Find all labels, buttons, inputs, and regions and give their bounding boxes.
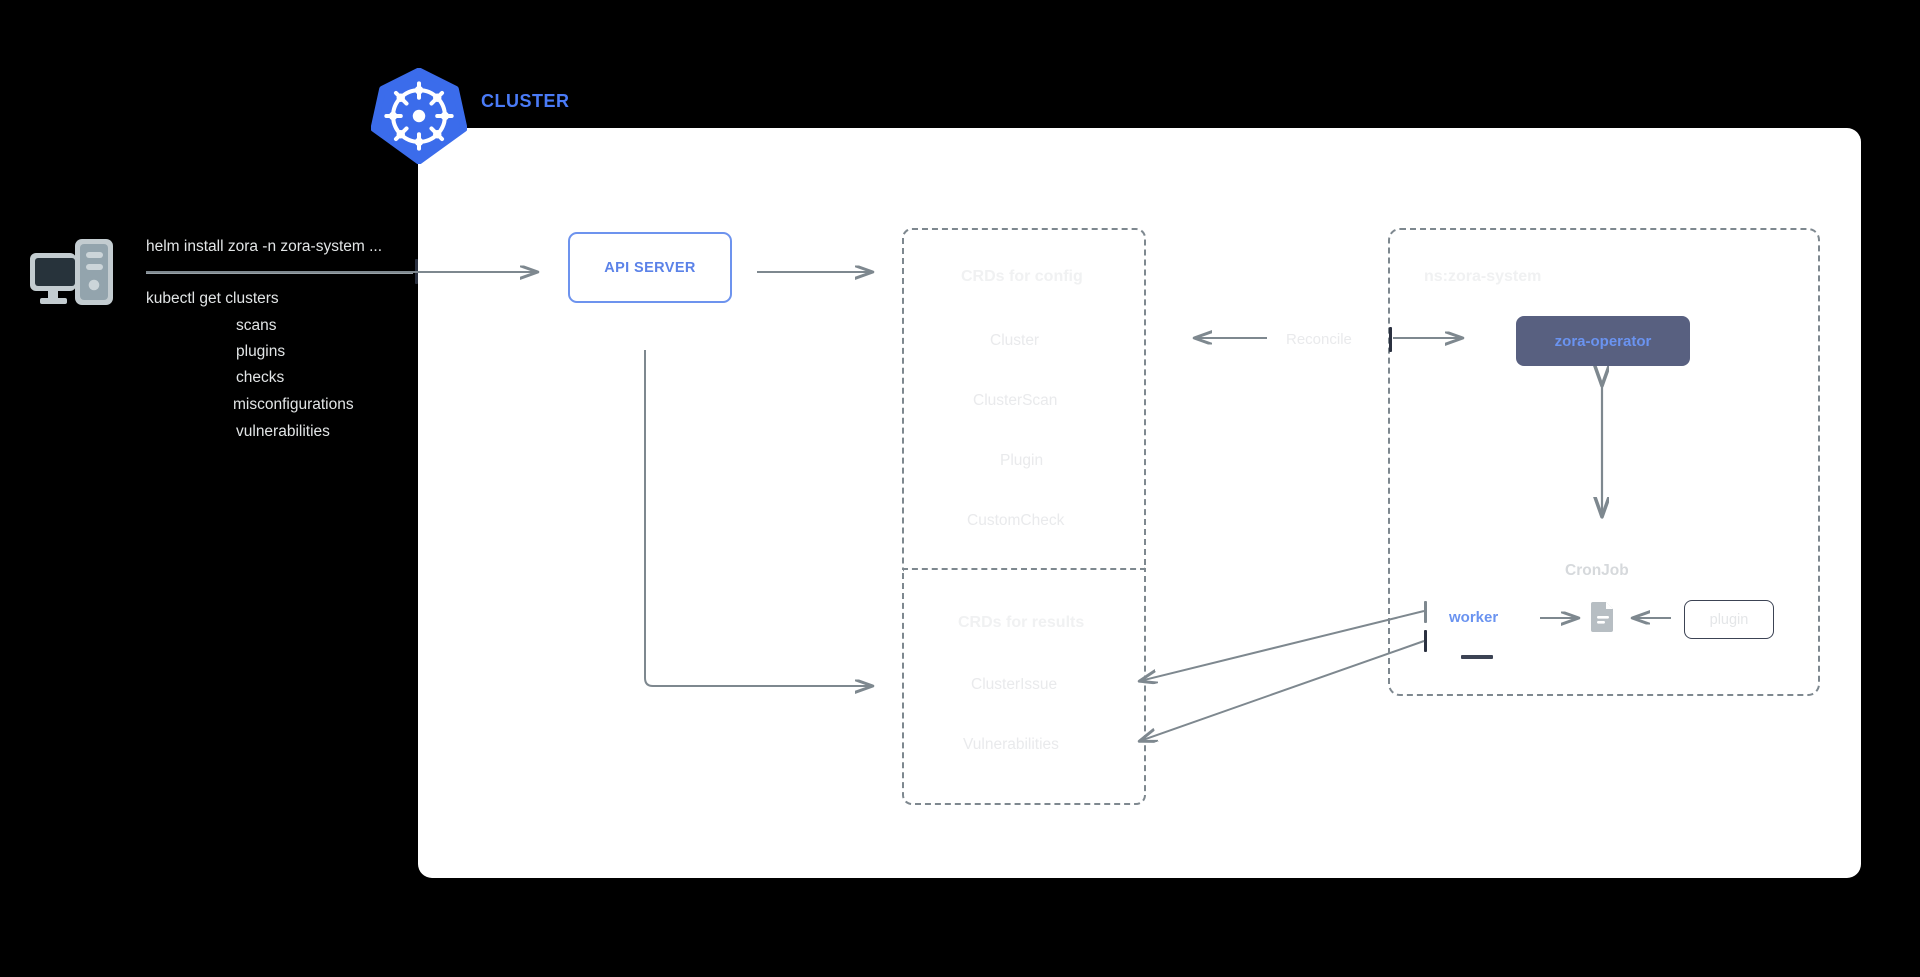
diagram-canvas: CLUSTER helm install zora -n zora-system… <box>0 0 1920 977</box>
desktop-computer-icon <box>28 231 122 311</box>
api-server-label: API SERVER <box>604 259 696 276</box>
kubectl-get-clusters-command: kubectl get clusters <box>146 290 279 307</box>
plugin-node: plugin <box>1684 600 1774 639</box>
resource-item-checks: checks <box>236 369 285 386</box>
crds-for-config-heading: CRDs for config <box>961 268 1083 285</box>
cluster-title: CLUSTER <box>481 91 570 111</box>
worker-underline <box>1461 655 1493 659</box>
resource-item-scans: scans <box>236 317 277 334</box>
cronjob-label: CronJob <box>1565 562 1629 579</box>
tick-terminal-arrow <box>415 259 418 284</box>
zora-operator-node: zora-operator <box>1516 316 1690 366</box>
crd-item-plugin: Plugin <box>1000 452 1044 469</box>
plugin-label: plugin <box>1709 611 1749 628</box>
crd-item-cluster: Cluster <box>990 332 1040 349</box>
crd-item-customcheck: CustomCheck <box>967 512 1065 529</box>
kubernetes-logo-icon <box>370 67 468 165</box>
command-divider <box>146 272 413 274</box>
tick-worker-lower <box>1424 630 1427 652</box>
api-server-node: API SERVER <box>568 232 732 303</box>
file-document-icon <box>1591 602 1615 632</box>
resource-item-vulnerabilities: vulnerabilities <box>236 423 330 440</box>
resource-item-plugins: plugins <box>236 343 286 360</box>
worker-label: worker <box>1449 609 1499 626</box>
tick-worker-upper <box>1424 601 1427 623</box>
zora-operator-label: zora-operator <box>1554 332 1652 350</box>
resource-item-misconfigurations: misconfigurations <box>233 396 354 413</box>
crd-item-vulnerabilities: Vulnerabilities <box>963 736 1059 753</box>
crd-item-clusterissue: ClusterIssue <box>971 676 1058 693</box>
crds-for-results-heading: CRDs for results <box>958 614 1085 631</box>
crd-item-clusterscan: ClusterScan <box>973 392 1058 409</box>
tick-reconcile-right <box>1389 327 1392 352</box>
reconcile-label: Reconcile <box>1286 331 1352 348</box>
namespace-label: ns:zora-system <box>1424 268 1542 285</box>
helm-install-command: helm install zora -n zora-system ... <box>146 238 383 255</box>
